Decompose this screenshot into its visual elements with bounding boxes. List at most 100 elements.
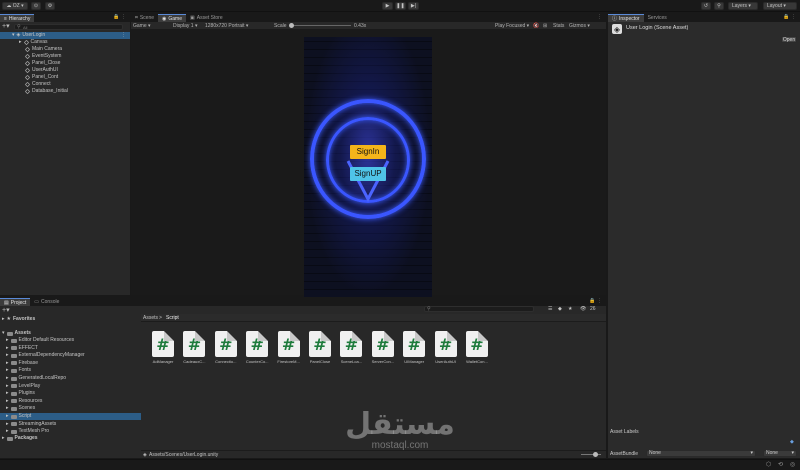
tree-row-database-initial[interactable]: Database_Initial — [24, 88, 68, 95]
script-asset-label: ServerCon... — [371, 359, 395, 364]
stats-button[interactable]: Stats — [553, 23, 564, 29]
folder-row[interactable]: ▸ Scenes — [0, 405, 141, 412]
shortcuts-icon[interactable]: ⊞ — [543, 23, 547, 29]
history-button[interactable]: ↺ — [701, 2, 711, 10]
project-search-input[interactable]: ⚲ — [424, 306, 534, 312]
folder-label: EFFECT — [18, 344, 38, 351]
game-toolbar: Game ▾ Display 1 ▾ 1280x720 Portrait ▾ S… — [131, 22, 606, 30]
script-asset-tile[interactable]: # CounterCo... — [243, 331, 271, 371]
scene-menu-icon[interactable]: ⋮ — [121, 32, 126, 39]
step-icon: ▶| — [410, 3, 417, 9]
resolution-dropdown[interactable]: 1280x720 Portrait ▾ — [205, 23, 248, 29]
script-asset-tile[interactable]: # SceneLoa... — [337, 331, 365, 371]
tree-row-panel-close[interactable]: Panel_Close — [24, 60, 60, 67]
favorite-star-icon[interactable]: ★ — [568, 306, 572, 312]
tree-row-eventsystem[interactable]: EventSystem — [24, 53, 61, 60]
icon-size-slider[interactable] — [581, 452, 601, 457]
tab-console[interactable]: ▭ Console — [30, 298, 63, 306]
layout-label: Layout — [767, 3, 783, 9]
folder-row[interactable]: ▸ Resources — [0, 398, 141, 405]
tree-row-panel-cont[interactable]: Panel_Cont — [24, 74, 58, 81]
folder-row[interactable]: ▸ Plugins — [0, 390, 141, 397]
mute-audio-icon[interactable]: 🔇 — [533, 23, 539, 29]
script-asset-tile[interactable]: # UIManager — [400, 331, 428, 371]
tab-project[interactable]: ▤ Project — [0, 298, 31, 306]
asset-bundle-dropdown[interactable]: None ▾ — [646, 450, 756, 457]
folder-icon — [10, 368, 17, 373]
display-dropdown[interactable]: Display 1 ▾ — [173, 23, 197, 29]
cache-server-icon[interactable]: ⬡ — [766, 461, 771, 468]
tree-row-userauthui[interactable]: UserAuthUI — [24, 67, 58, 74]
services-button[interactable]: ⚙ — [45, 2, 55, 10]
folder-row[interactable]: ▸ ExternalDependencyManager — [0, 352, 141, 359]
search-by-type-icon[interactable]: ☰ — [548, 306, 552, 312]
unity-logo-icon: ◈ — [612, 24, 622, 34]
folder-row[interactable]: ▸ Firebase — [0, 360, 141, 367]
script-asset-tile[interactable]: # ServerCon... — [369, 331, 397, 371]
open-button[interactable]: Open — [781, 36, 797, 43]
packages-row[interactable]: ▸ Packages — [2, 435, 38, 442]
folder-row[interactable]: ▸ EFFECT — [0, 345, 141, 352]
play-button[interactable]: ▶ — [382, 2, 393, 10]
layers-dropdown[interactable]: Layers ▾ — [728, 2, 758, 10]
folder-row[interactable]: ▸ Editor Default Resources — [0, 337, 141, 344]
search-button[interactable]: ⚲ — [714, 2, 724, 10]
assets-root-row[interactable]: ▾ Assets — [2, 330, 31, 337]
hierarchy-search-input[interactable]: ⚲ All — [14, 24, 123, 30]
folder-label: ExternalDependencyManager — [18, 352, 85, 359]
signin-button[interactable]: SignIn — [350, 145, 386, 159]
script-asset-tile[interactable]: # PanelClose — [306, 331, 334, 371]
play-focused-dropdown[interactable]: Play Focused ▾ — [495, 23, 529, 29]
script-asset-tile[interactable]: # CadeauxC... — [180, 331, 208, 371]
tab-asset-store[interactable]: ▣ Asset Store — [186, 14, 227, 22]
account-dropdown[interactable]: ☁ OZ ▾ — [2, 2, 28, 10]
breadcrumb-assets[interactable]: Assets — [143, 315, 158, 321]
tab-services[interactable]: Services — [644, 14, 671, 22]
label-tag-icon[interactable]: ◆ — [790, 439, 794, 445]
layout-dropdown[interactable]: Layout ▾ — [763, 2, 797, 10]
folder-row[interactable]: ▸ StreamingAssets — [0, 421, 141, 428]
folder-row[interactable]: ▸ Fonts — [0, 367, 141, 374]
scale-slider-thumb[interactable] — [289, 23, 294, 28]
panel-menu-icon[interactable]: 🔒 ⋮ — [589, 298, 602, 304]
folder-row[interactable]: ▸ GeneratedLocalRepo — [0, 375, 141, 382]
auto-refresh-icon[interactable]: ⟲ — [778, 461, 783, 468]
collab-button[interactable]: ⊙ — [31, 2, 41, 10]
search-by-label-icon[interactable]: ◆ — [558, 306, 562, 312]
tab-hierarchy[interactable]: ≡ Hierarchy — [0, 14, 35, 22]
panel-menu-icon[interactable]: 🔒 ⋮ — [783, 14, 796, 20]
create-button[interactable]: +▾ — [2, 22, 10, 30]
panel-menu-icon[interactable]: 🔒 ⋮ — [113, 14, 126, 20]
panel-menu-icon[interactable]: ⋮ — [597, 14, 602, 20]
pause-button[interactable]: ❚❚ — [395, 2, 406, 10]
tab-scene[interactable]: ⌗ Scene — [131, 14, 158, 22]
tree-row-connect[interactable]: Connect — [24, 81, 51, 88]
icon-size-slider-thumb[interactable] — [593, 452, 598, 457]
signup-button[interactable]: SignUP — [350, 167, 386, 181]
expand-arrow-icon: ▸ — [2, 435, 5, 441]
tree-row-canvas[interactable]: ▸ Canvas — [19, 39, 47, 46]
script-asset-tile[interactable]: # UserAuthUI — [432, 331, 460, 371]
script-asset-tile[interactable]: # Connectio... — [212, 331, 240, 371]
favorites-row[interactable]: ▸ ★ Favorites — [2, 316, 35, 323]
asset-variant-dropdown[interactable]: None ▾ — [763, 450, 797, 457]
hidden-packages-icon[interactable]: 👁 — [580, 306, 586, 312]
progress-icon[interactable]: ◎ — [790, 461, 795, 468]
step-button[interactable]: ▶| — [408, 2, 419, 10]
view-mode-dropdown[interactable]: Game ▾ — [133, 23, 151, 29]
tab-inspector[interactable]: ⓘ Inspector — [608, 14, 644, 22]
tree-row-scene[interactable]: ▾ ◈ UserLogin ⋮ — [0, 32, 130, 39]
script-asset-tile[interactable]: # WalletCon... — [463, 331, 491, 371]
gameobject-icon — [24, 81, 31, 88]
breadcrumb-script[interactable]: Script — [166, 315, 179, 321]
scale-slider[interactable] — [289, 23, 351, 28]
expand-arrow-icon: ▸ — [6, 405, 9, 412]
tab-game[interactable]: ◉ Game — [158, 14, 187, 22]
script-asset-tile[interactable]: # AdManager — [149, 331, 177, 371]
gizmos-dropdown[interactable]: Gizmos ▾ — [569, 23, 590, 29]
tree-row-main-camera[interactable]: Main Camera — [24, 46, 62, 53]
folder-row[interactable]: ▸ Script — [0, 413, 141, 420]
folder-row[interactable]: ▸ LevelPlay — [0, 383, 141, 390]
create-asset-button[interactable]: +▾ — [2, 306, 10, 314]
script-asset-tile[interactable]: # FirestoreM... — [275, 331, 303, 371]
